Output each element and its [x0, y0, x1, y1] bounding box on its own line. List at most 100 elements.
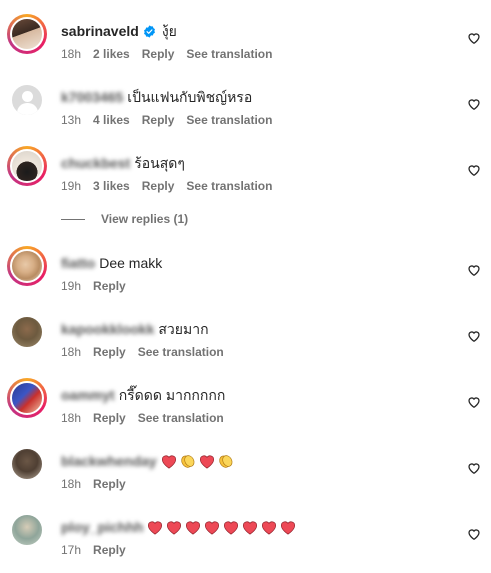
view-replies-label: View replies (1) [101, 212, 189, 226]
red-heart-emoji-icon [243, 520, 258, 535]
like-heart-icon[interactable] [467, 97, 481, 111]
reply-button[interactable]: Reply [93, 278, 126, 294]
comment-meta: 19h 3 likes Reply See translation [61, 178, 272, 194]
reply-button[interactable]: Reply [93, 410, 126, 426]
red-heart-emoji-icon [205, 520, 220, 535]
comment-text: Dee makk [99, 255, 163, 271]
comments-list: sabrinaveld งุ้ย 18h 2 likes Reply See t… [0, 0, 491, 573]
comment-item: sabrinaveld งุ้ย 18h 2 likes Reply See t… [0, 12, 491, 68]
comment-text-line: blackwhenday [61, 450, 237, 472]
avatar-story-ring[interactable] [7, 14, 47, 54]
comment-username[interactable]: sabrinaveld [61, 20, 139, 42]
comment-meta: 18h Reply [61, 476, 126, 492]
red-heart-emoji-icon [167, 520, 182, 535]
comment-emoji-row [147, 520, 299, 535]
comment-time[interactable]: 18h [61, 344, 81, 360]
see-translation-button[interactable]: See translation [138, 344, 224, 360]
comment-text: งุ้ย [161, 23, 177, 39]
like-heart-icon[interactable] [467, 163, 481, 177]
avatar-story-ring[interactable] [7, 246, 47, 286]
comment-time[interactable]: 18h [61, 410, 81, 426]
avatar [10, 249, 44, 283]
comment-meta: 18h 2 likes Reply See translation [61, 46, 272, 62]
comment-text-line: fiatto Dee makk [61, 252, 162, 274]
avatar-wrapper[interactable] [7, 80, 47, 120]
see-translation-button[interactable]: See translation [186, 112, 272, 128]
avatar [10, 513, 44, 547]
like-heart-icon[interactable] [467, 329, 481, 343]
avatar-story-ring[interactable] [7, 378, 47, 418]
comment-text: สวยมาก [158, 321, 209, 337]
reply-button[interactable]: Reply [142, 46, 175, 62]
comment-username[interactable]: fiatto [61, 252, 95, 274]
see-translation-button[interactable]: See translation [138, 410, 224, 426]
red-heart-emoji-icon [161, 454, 176, 469]
avatar [10, 17, 44, 51]
comment-time[interactable]: 17h [61, 542, 81, 558]
avatar [10, 447, 44, 481]
red-heart-emoji-icon [281, 520, 296, 535]
reply-button[interactable]: Reply [142, 112, 175, 128]
avatar [10, 83, 44, 117]
like-heart-icon[interactable] [467, 395, 481, 409]
comment-item: oammyt กรี๊ดดด มากกกกก 18h Reply See tra… [0, 376, 491, 432]
comment-username[interactable]: k7003465 [61, 86, 123, 108]
clapping-hands-emoji-icon [219, 455, 233, 468]
red-heart-emoji-icon [186, 520, 201, 535]
comment-text: เป็นแฟนกับพิชญ์หรอ [127, 89, 253, 105]
comment-time[interactable]: 13h [61, 112, 81, 128]
like-heart-icon[interactable] [467, 263, 481, 277]
comment-meta: 19h Reply [61, 278, 126, 294]
comment-text-line: k7003465 เป็นแฟนกับพิชญ์หรอ [61, 86, 252, 108]
comment-meta: 13h 4 likes Reply See translation [61, 112, 272, 128]
comment-likes[interactable]: 3 likes [93, 178, 130, 194]
view-replies-divider [61, 218, 85, 220]
like-heart-icon[interactable] [467, 31, 481, 45]
comment-likes[interactable]: 4 likes [93, 112, 130, 128]
comment-text-line: oammyt กรี๊ดดด มากกกกก [61, 384, 225, 406]
comment-time[interactable]: 19h [61, 178, 81, 194]
avatar-story-ring[interactable] [7, 146, 47, 186]
comment-item: kapookklookk สวยมาก 18h Reply See transl… [0, 310, 491, 366]
reply-button[interactable]: Reply [93, 542, 126, 558]
see-translation-button[interactable]: See translation [186, 46, 272, 62]
comment-meta: 18h Reply See translation [61, 344, 224, 360]
comment-text: กรี๊ดดด มากกกกก [118, 387, 226, 403]
comment-username[interactable]: chuckbest [61, 152, 130, 174]
comment-time[interactable]: 19h [61, 278, 81, 294]
view-replies-button[interactable]: View replies (1) [61, 211, 188, 227]
comment-text-line: chuckbest ร้อนสุดๆ [61, 152, 185, 174]
red-heart-emoji-icon [224, 520, 239, 535]
comment-username[interactable]: kapookklookk [61, 318, 154, 340]
red-heart-emoji-icon [199, 454, 214, 469]
comment-text: ร้อนสุดๆ [134, 155, 185, 171]
comment-item: ploy_pichhh 17h Reply [0, 508, 491, 564]
comment-username[interactable]: blackwhenday [61, 450, 157, 472]
comment-time[interactable]: 18h [61, 46, 81, 62]
reply-button[interactable]: Reply [142, 178, 175, 194]
comment-username[interactable]: ploy_pichhh [61, 516, 143, 538]
comment-text-line: kapookklookk สวยมาก [61, 318, 209, 340]
like-heart-icon[interactable] [467, 527, 481, 541]
comment-item: chuckbest ร้อนสุดๆ 19h 3 likes Reply See… [0, 144, 491, 200]
red-heart-emoji-icon [262, 520, 277, 535]
like-heart-icon[interactable] [467, 461, 481, 475]
avatar [10, 381, 44, 415]
comment-likes[interactable]: 2 likes [93, 46, 130, 62]
avatar [10, 149, 44, 183]
avatar-wrapper[interactable] [7, 312, 47, 352]
comment-text-line: ploy_pichhh [61, 516, 299, 538]
see-translation-button[interactable]: See translation [186, 178, 272, 194]
comment-time[interactable]: 18h [61, 476, 81, 492]
avatar-wrapper[interactable] [7, 444, 47, 484]
comment-username[interactable]: oammyt [61, 384, 115, 406]
verified-badge-icon [143, 24, 155, 38]
avatar-wrapper[interactable] [7, 510, 47, 550]
reply-button[interactable]: Reply [93, 476, 126, 492]
red-heart-emoji-icon [148, 520, 163, 535]
comment-emoji-row [161, 453, 237, 469]
reply-button[interactable]: Reply [93, 344, 126, 360]
comment-item: k7003465 เป็นแฟนกับพิชญ์หรอ 13h 4 likes … [0, 78, 491, 134]
avatar [10, 315, 44, 349]
clapping-hands-emoji-icon [181, 455, 195, 468]
